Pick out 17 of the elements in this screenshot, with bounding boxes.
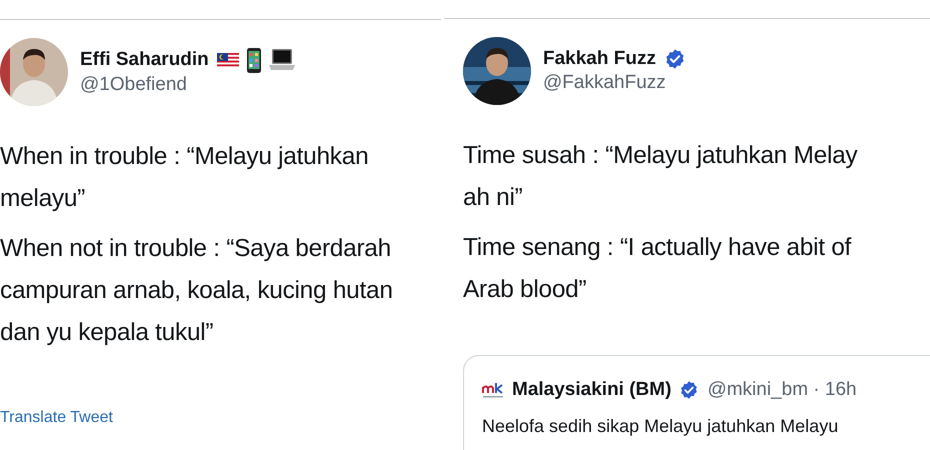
translate-link[interactable]: Translate Tweet (0, 406, 113, 430)
author-handle: @1Obefiend (80, 72, 188, 96)
tweet-text: Time senang : “I actually have abit of Arab blood” (463, 233, 852, 305)
laptop-icon (268, 49, 295, 71)
tweet-text: Time susah : “Melayu jatuhkan Melay ah ni” (463, 141, 858, 213)
quoted-author-name: Malaysiakini (BM) (512, 378, 672, 402)
logo-icon (482, 381, 504, 400)
tweet-text: When not in trouble : “Saya berdarah campuran arnab, koala, kucing hutan dan yu kepala tukul” (0, 234, 394, 348)
tweet-text: When in trouble : “Melayu jatuhkan melayu” (0, 142, 370, 214)
quoted-tweet-text: Neelofa sedih sikap Melayu jatuhkan Melayu (482, 414, 840, 438)
author-handle: @FakkahFuzz (543, 71, 667, 95)
quoted-tweet-card[interactable]: Malaysiakini (BM) @mkini_bm · 16h Neelofa sedih sikap Melayu jatuhkan Melayu (463, 355, 930, 450)
author-name: Fakkah Fuzz (543, 47, 656, 71)
quoted-handle-time: @mkini_bm · 16h (707, 378, 857, 402)
phone-icon (246, 48, 261, 72)
flag-icon (216, 52, 239, 68)
author-name: Effi Saharudin (80, 48, 209, 72)
